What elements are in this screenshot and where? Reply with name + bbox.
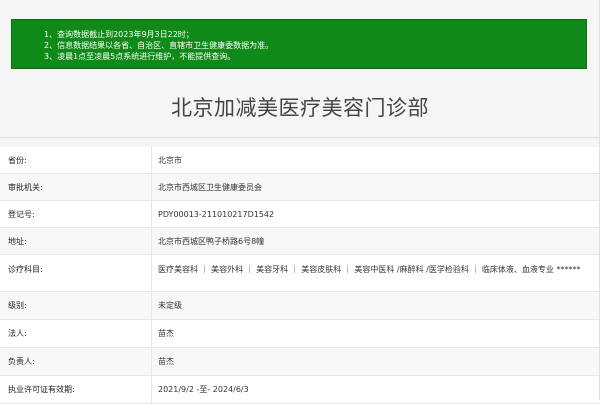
row-legal-person: 法人: 苗杰: [0, 320, 600, 348]
label-legal-person: 法人:: [0, 320, 152, 347]
value-person-in-charge: 苗杰: [158, 357, 174, 366]
title-divider: [0, 137, 600, 138]
value-level: 未定级: [158, 301, 182, 310]
info-table: 省份: 北京市 审批机关: 北京市西城区卫生健康委员会 登记号: PDY0001…: [0, 147, 600, 404]
label-clinical-subjects: 诊疗科目:: [0, 255, 152, 291]
value-address: 北京市西城区鸭子桥路6号8幢: [158, 236, 265, 246]
label-registration-number: 登记号:: [0, 201, 152, 227]
label-level: 级别:: [0, 292, 152, 319]
label-person-in-charge: 负责人:: [0, 348, 152, 375]
row-registration-number: 登记号: PDY00013-211010217D1542: [0, 201, 600, 228]
value-clinical-subjects: 医疗美容科 ｜ 美容外科 ｜ 美容牙科 ｜ 美容皮肤科 ｜ 美容中医科 /麻醉科…: [158, 265, 581, 274]
label-address: 地址:: [0, 228, 152, 254]
notice-line-2: 2、信息数据结果以各省、自治区、直辖市卫生健康委数据为准。: [44, 41, 274, 50]
notice-banner: 1、查询数据截止到2023年9月3日22时； 2、信息数据结果以各省、自治区、直…: [11, 19, 587, 69]
value-approval-authority: 北京市西城区卫生健康委员会: [158, 182, 262, 192]
label-license-validity: 执业许可证有效期:: [0, 376, 152, 403]
value-license-validity: 2021/9/2 -至- 2024/6/3: [158, 385, 249, 394]
row-province: 省份: 北京市: [0, 147, 600, 174]
label-province: 省份:: [0, 147, 152, 173]
page-title: 北京加减美医疗美容门诊部: [171, 96, 429, 120]
notice-line-3: 3、凌晨1点至凌晨5点系统进行维护，不能提供查询。: [44, 52, 236, 61]
row-level: 级别: 未定级: [0, 292, 600, 320]
notice-line-1: 1、查询数据截止到2023年9月3日22时；: [44, 30, 194, 39]
row-person-in-charge: 负责人: 苗杰: [0, 348, 600, 376]
row-address: 地址: 北京市西城区鸭子桥路6号8幢: [0, 228, 600, 255]
label-approval-authority: 审批机关:: [0, 174, 152, 200]
value-legal-person: 苗杰: [158, 329, 174, 338]
row-clinical-subjects: 诊疗科目: 医疗美容科 ｜ 美容外科 ｜ 美容牙科 ｜ 美容皮肤科 ｜ 美容中医…: [0, 255, 600, 292]
value-registration-number: PDY00013-211010217D1542: [158, 209, 275, 219]
value-province: 北京市: [158, 155, 182, 165]
row-approval-authority: 审批机关: 北京市西城区卫生健康委员会: [0, 174, 600, 201]
